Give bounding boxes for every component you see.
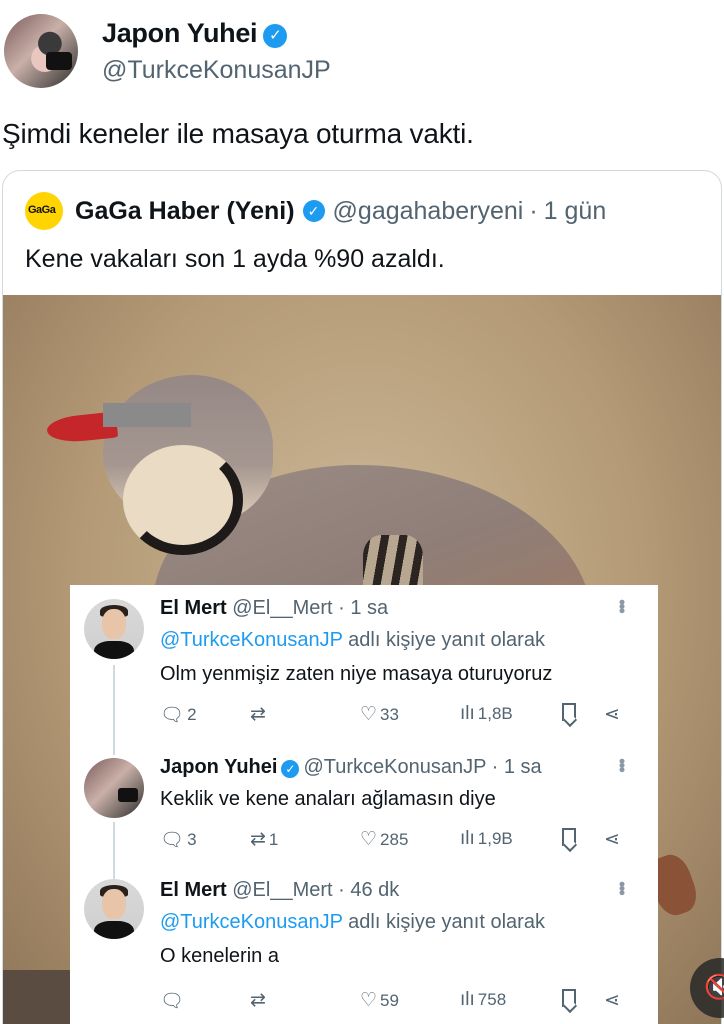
- quoted-author-name[interactable]: GaGa Haber (Yeni): [75, 197, 295, 226]
- reply-button[interactable]: 🗨 2: [160, 703, 197, 727]
- retweet-button[interactable]: ⇄ 1: [250, 828, 278, 851]
- share-button[interactable]: ⋖: [604, 828, 623, 851]
- action-bar: 🗨 3 ⇄ 1 ♡ 285 ılı 1,9B ⋖: [160, 828, 630, 852]
- more-icon[interactable]: •••: [611, 881, 632, 894]
- reply-suffix: adlı kişiye yanıt olarak: [342, 629, 545, 651]
- reply-timestamp[interactable]: · 1 sa: [492, 756, 542, 778]
- retweet-icon: ⇄: [250, 704, 266, 725]
- like-button[interactable]: ♡ 33: [360, 703, 399, 726]
- reply-avatar[interactable]: [84, 599, 144, 659]
- reply-header: Japon Yuhei ✓ @TurkceKonusanJP · 1 sa: [160, 756, 542, 779]
- retweet-button[interactable]: ⇄: [250, 989, 269, 1012]
- share-icon: ⋖: [604, 990, 620, 1011]
- share-button[interactable]: ⋖: [604, 989, 623, 1012]
- reply-timestamp[interactable]: · 1 sa: [338, 597, 388, 619]
- share-icon: ⋖: [604, 704, 620, 725]
- bird-throat: [123, 445, 243, 555]
- verified-badge-icon: ✓: [281, 760, 300, 778]
- retweet-icon: ⇄: [250, 829, 266, 850]
- verified-badge-icon: ✓: [263, 24, 288, 48]
- reply-item[interactable]: El Mert @El__Mert · 46 dk ••• @TurkceKon…: [70, 875, 658, 1024]
- author-name-row[interactable]: Japon Yuhei ✓: [102, 18, 288, 49]
- reply-text: Keklik ve kene anaları ağlamasın diye: [160, 788, 496, 810]
- bookmark-icon: [562, 703, 576, 721]
- author-name[interactable]: Japon Yuhei: [102, 18, 258, 48]
- author-handle[interactable]: @TurkceKonusanJP: [102, 56, 331, 85]
- reply-author-handle[interactable]: @El__Mert: [232, 597, 332, 619]
- heart-icon: ♡: [360, 990, 378, 1011]
- views-count: 1,9B: [477, 829, 513, 848]
- gaga-logo-text: GaGa: [28, 204, 56, 216]
- replying-to: @TurkceKonusanJP adlı kişiye yanıt olara…: [160, 911, 545, 934]
- reply-author-name[interactable]: El Mert: [160, 879, 227, 901]
- like-button[interactable]: ♡ 285: [360, 828, 408, 851]
- reply-button[interactable]: 🗨 3: [160, 828, 197, 852]
- like-count: 285: [380, 829, 409, 849]
- reply-author-handle[interactable]: @TurkceKonusanJP: [303, 756, 486, 778]
- censor-bar: [103, 403, 191, 427]
- more-icon[interactable]: •••: [611, 758, 632, 771]
- bookmark-button[interactable]: [562, 989, 576, 1007]
- reply-text: O kenelerin a: [160, 945, 279, 967]
- quoted-timestamp[interactable]: 1 gün: [544, 197, 607, 226]
- quoted-author-handle[interactable]: @gagahaberyeni: [333, 197, 524, 226]
- reply-item[interactable]: El Mert @El__Mert · 1 sa ••• @TurkceKonu…: [70, 585, 658, 755]
- like-button[interactable]: ♡ 59: [360, 989, 399, 1012]
- reply-header: El Mert @El__Mert · 1 sa: [160, 597, 388, 620]
- reply-count: 2: [187, 705, 197, 724]
- views-icon: ılı: [460, 989, 475, 1010]
- views-button[interactable]: ılı 758: [460, 989, 506, 1011]
- bookmark-button[interactable]: [562, 828, 576, 846]
- action-bar: 🗨 2 ⇄ ♡ 33 ılı 1,8B ⋖: [160, 703, 630, 727]
- quoted-text: Kene vakaları son 1 ayda %90 azaldı.: [25, 245, 445, 273]
- reply-author-name[interactable]: El Mert: [160, 597, 227, 619]
- verified-badge-icon: ✓: [302, 200, 325, 222]
- gaga-logo-avatar[interactable]: GaGa: [25, 192, 63, 230]
- reply-avatar[interactable]: [84, 879, 144, 939]
- tweet-header: Japon Yuhei ✓ @TurkceKonusanJP: [0, 0, 724, 100]
- separator-dot: ·: [529, 196, 538, 225]
- reply-header: El Mert @El__Mert · 46 dk: [160, 879, 399, 902]
- replying-to: @TurkceKonusanJP adlı kişiye yanıt olara…: [160, 629, 545, 652]
- views-button[interactable]: ılı 1,9B: [460, 828, 513, 850]
- tweet-text: Şimdi keneler ile masaya oturma vakti.: [2, 118, 474, 149]
- share-button[interactable]: ⋖: [604, 703, 623, 726]
- reply-icon: 🗨: [160, 705, 185, 726]
- share-icon: ⋖: [604, 829, 620, 850]
- like-count: 59: [380, 990, 399, 1010]
- retweet-button[interactable]: ⇄: [250, 703, 269, 726]
- reply-item[interactable]: Japon Yuhei ✓ @TurkceKonusanJP · 1 sa ••• …: [70, 750, 658, 890]
- views-button[interactable]: ılı 1,8B: [460, 703, 513, 725]
- bookmark-icon: [562, 828, 576, 846]
- views-count: 758: [477, 990, 507, 1009]
- reply-author-handle[interactable]: @El__Mert: [232, 879, 332, 901]
- views-icon: ılı: [460, 828, 475, 849]
- thread-line: [113, 665, 115, 755]
- like-count: 33: [380, 704, 399, 724]
- views-icon: ılı: [460, 703, 475, 724]
- reply-author-name[interactable]: Japon Yuhei: [160, 756, 277, 778]
- retweet-icon: ⇄: [250, 990, 266, 1011]
- reply-count: 3: [187, 830, 197, 849]
- heart-icon: ♡: [360, 829, 378, 850]
- reply-button[interactable]: 🗨: [160, 989, 187, 1013]
- action-bar: 🗨 ⇄ ♡ 59 ılı 758 ⋖: [160, 989, 630, 1013]
- bookmark-icon: [562, 989, 576, 1007]
- bookmark-button[interactable]: [562, 703, 576, 721]
- quoted-header: GaGa GaGa Haber (Yeni) ✓ @gagahaberyeni …: [25, 192, 607, 230]
- retweet-count: 1: [268, 829, 279, 849]
- more-icon[interactable]: •••: [611, 599, 632, 612]
- replies-screenshot: El Mert @El__Mert · 1 sa ••• @TurkceKonu…: [70, 585, 658, 1024]
- reply-timestamp[interactable]: · 46 dk: [338, 879, 399, 901]
- reply-avatar[interactable]: [84, 758, 144, 818]
- reply-suffix: adlı kişiye yanıt olarak: [342, 911, 545, 933]
- views-count: 1,8B: [477, 704, 513, 723]
- reply-icon: 🗨: [160, 991, 185, 1012]
- reply-mention[interactable]: @TurkceKonusanJP: [160, 911, 343, 933]
- reply-icon: 🗨: [160, 830, 185, 851]
- reply-mention[interactable]: @TurkceKonusanJP: [160, 629, 343, 651]
- reply-text: Olm yenmişiz zaten niye masaya oturuyoru…: [160, 663, 553, 685]
- heart-icon: ♡: [360, 704, 378, 725]
- author-avatar[interactable]: [4, 14, 78, 88]
